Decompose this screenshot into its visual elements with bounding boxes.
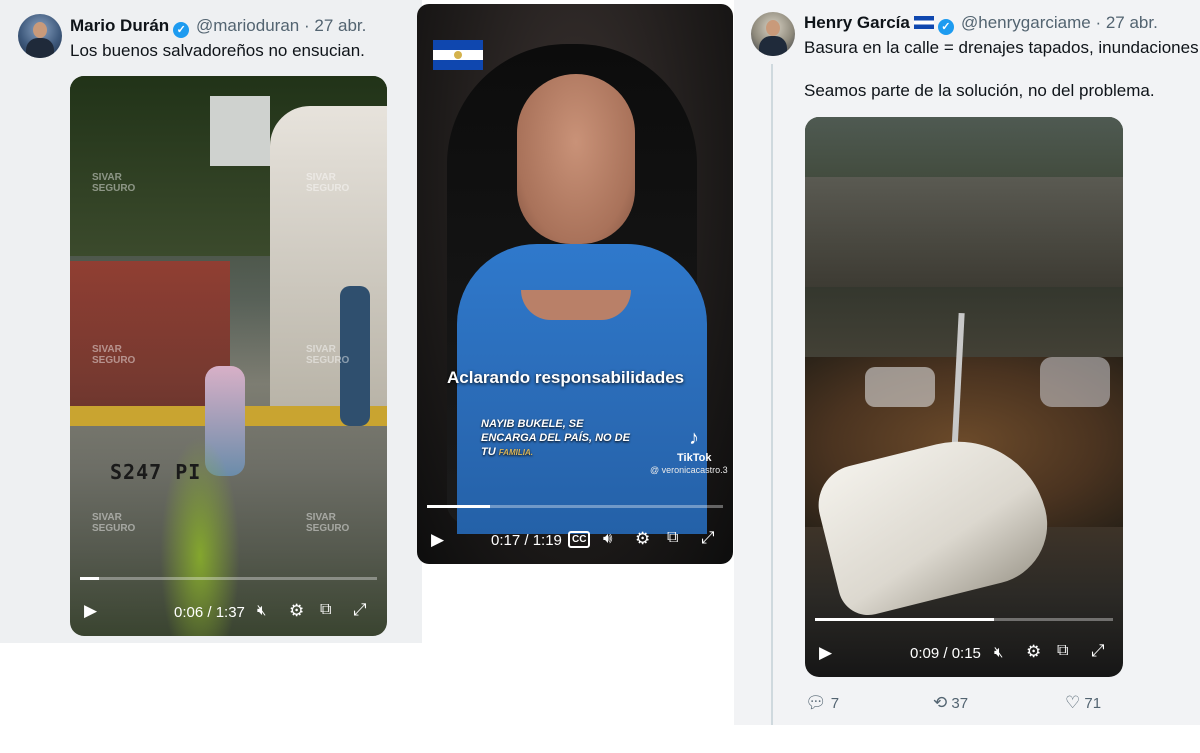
reply-count: 7: [830, 695, 840, 712]
like-count: 71: [1084, 695, 1102, 712]
watermark: SIVAR SEGURO: [92, 512, 136, 534]
tiktok-username: @ veronicacastro.3: [650, 465, 728, 475]
tweet-text: Los buenos salvadoreños no ensucian.: [70, 41, 365, 60]
author-handle-date[interactable]: @henrygarciame · 27 abr.: [961, 13, 1158, 33]
fullscreen-icon[interactable]: ⤢: [1091, 641, 1105, 661]
settings-icon[interactable]: ⚙: [635, 529, 650, 549]
neck: [521, 290, 631, 320]
video-time: 0:06 / 1:37: [174, 604, 245, 621]
play-icon[interactable]: ▶: [84, 601, 97, 621]
video-progress-fill: [815, 618, 994, 621]
tweet-text-line-2: Seamos parte de la solución, no del prob…: [804, 81, 1155, 100]
reply-icon: 💬︎: [805, 693, 827, 712]
like-icon: ♡: [1065, 693, 1081, 712]
volume-icon[interactable]: 🔊︎: [603, 530, 612, 547]
retweet-icon: ⟲: [933, 693, 948, 712]
el-salvador-flag-icon: [433, 40, 483, 70]
fullscreen-icon[interactable]: ⤢: [353, 600, 367, 620]
video-progress-bar[interactable]: [427, 505, 723, 508]
thread-line: [771, 64, 773, 725]
watermark: SIVAR SEGURO: [306, 512, 350, 534]
settings-icon[interactable]: ⚙: [289, 601, 304, 621]
sign-board: [210, 96, 270, 166]
video-progress-fill: [427, 505, 491, 508]
license-plate-text: S247 PI: [110, 460, 202, 484]
video-progress-fill: [80, 577, 100, 580]
watermark: SIVAR SEGURO: [306, 172, 350, 194]
watermark: SIVAR SEGURO: [92, 172, 136, 194]
video-time: 0:17 / 1:19: [491, 532, 562, 549]
video-progress-bar[interactable]: [815, 618, 1113, 621]
tiktok-label: TikTok: [677, 452, 712, 464]
watermark: SIVAR SEGURO: [306, 344, 350, 366]
tweet-card-mario-duran: Mario Durán ✓ @marioduran · 27 abr. Los b…: [0, 0, 422, 643]
play-icon[interactable]: ▶: [431, 530, 444, 550]
play-icon[interactable]: ▶: [819, 643, 832, 663]
cc-icon[interactable]: CC: [568, 531, 591, 548]
verified-icon: ✓: [173, 22, 190, 38]
settings-icon[interactable]: ⚙: [1026, 642, 1041, 662]
video-player[interactable]: ▶ 0:09 / 0:15 🔇︎ ⚙ ⧉ ⤢: [805, 117, 1123, 677]
concrete-wall: [805, 177, 1123, 287]
author-name[interactable]: Henry García ✓: [804, 13, 954, 35]
video-player-tiktok[interactable]: Aclarando responsabilidades NAYIB BUKELE…: [417, 4, 733, 564]
author-handle-date[interactable]: @marioduran · 27 abr.: [196, 16, 366, 36]
blue-shirt: [457, 244, 707, 534]
verified-icon: ✓: [937, 19, 954, 35]
tweet-text-line-1: Basura en la calle = drenajes tapados, i…: [804, 38, 1199, 57]
retweet-count: 37: [951, 695, 969, 712]
fullscreen-icon[interactable]: ⤢: [701, 528, 715, 548]
face: [517, 74, 635, 244]
video-subcaption: NAYIB BUKELE, SE ENCARGA DEL PAÍS, NO DE…: [481, 418, 630, 458]
video-progress-bar[interactable]: [80, 577, 377, 580]
retweet-button[interactable]: ⟲ 37: [933, 693, 968, 713]
video-time: 0:09 / 0:15: [910, 645, 981, 662]
video-player[interactable]: S247 PI SIVAR SEGURO SIVAR SEGURO SIVAR SEG…: [70, 76, 387, 636]
tiktok-icon: ♪: [689, 427, 699, 449]
el-salvador-flag-icon: [913, 16, 934, 29]
pip-icon[interactable]: ⧉: [1057, 642, 1068, 660]
mute-icon[interactable]: 🔇︎: [257, 602, 266, 619]
avatar[interactable]: [18, 14, 62, 58]
plastic-bag: [865, 367, 935, 407]
pip-icon[interactable]: ⧉: [667, 529, 678, 547]
author-name[interactable]: Mario Durán ✓: [70, 16, 190, 38]
like-button[interactable]: ♡ 71: [1065, 693, 1101, 713]
watermark: SIVAR SEGURO: [92, 344, 136, 366]
plastic-bag: [1040, 357, 1110, 407]
reply-button[interactable]: 💬︎ 7: [805, 693, 839, 713]
pip-icon[interactable]: ⧉: [320, 601, 331, 619]
avatar[interactable]: [751, 12, 795, 56]
mute-icon[interactable]: 🔇︎: [994, 644, 1003, 661]
video-caption: Aclarando responsabilidades: [447, 368, 685, 387]
